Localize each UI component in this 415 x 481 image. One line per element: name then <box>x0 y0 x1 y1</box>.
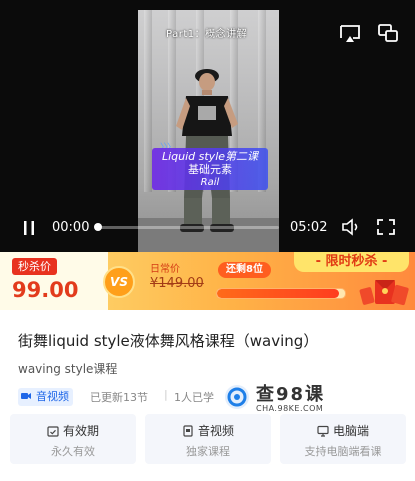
watermark-url: CHA.98KE.COM <box>256 404 324 413</box>
video-camera-icon <box>21 393 31 399</box>
feature-validity: 有效期 永久有效 <box>10 414 136 464</box>
seckill-price: 99.00 <box>12 278 79 302</box>
watermark-text: 查98课 <box>256 384 326 405</box>
feature-header: 有效期 <box>10 422 136 439</box>
cast-icon[interactable] <box>338 22 362 44</box>
original-price-label: 日常价 <box>150 264 180 275</box>
feature-header: 电脑端 <box>280 422 406 439</box>
curtain-fold <box>144 10 152 192</box>
seckill-label: 秒杀价 <box>12 258 57 275</box>
red-envelope-icon <box>359 280 409 306</box>
media-type-tag: 音视频 <box>18 388 73 406</box>
volume-icon[interactable] <box>341 218 361 236</box>
promo-line-2: 基础元素 <box>188 163 232 176</box>
feature-title: 电脑端 <box>332 424 369 438</box>
watermark-logo-icon <box>225 385 249 409</box>
seckill-pane: 秒杀价 99.00 <box>0 252 108 310</box>
feature-title: 有效期 <box>62 424 99 438</box>
promo-line-1: Liquid style第二课 <box>161 150 259 163</box>
picture-in-picture-icon[interactable] <box>376 22 400 44</box>
feature-header: 音视频 <box>145 422 271 439</box>
vs-badge: VS <box>103 266 135 298</box>
promo-line-3: Rail <box>200 177 220 188</box>
limited-time-label: - 限时秒杀 - <box>294 252 409 272</box>
learners-count: 1人已学 <box>174 391 214 404</box>
remaining-count: 还剩8位 <box>218 262 271 278</box>
feature-media: 音视频 独家课程 <box>145 414 271 464</box>
meta-divider: | <box>164 388 168 401</box>
video-frame <box>138 10 279 252</box>
seek-thumb[interactable] <box>94 223 102 231</box>
document-icon <box>183 425 193 437</box>
lessons-updated: 已更新13节 <box>90 391 148 404</box>
original-price: ¥149.00 <box>150 276 204 291</box>
media-type-label: 音视频 <box>36 390 69 403</box>
seckill-progress-bar <box>216 288 346 299</box>
duration: 05:02 <box>290 220 328 235</box>
seckill-progress-fill <box>217 289 339 298</box>
feature-subtitle: 独家课程 <box>186 445 230 458</box>
feature-subtitle: 支持电脑端看课 <box>304 445 382 458</box>
watermark: 查98课 CHA.98KE.COM <box>224 378 334 418</box>
course-subtitle: waving style课程 <box>18 362 118 376</box>
course-title: 街舞liquid style液体舞风格课程（waving） <box>18 332 319 350</box>
feature-title: 音视频 <box>197 424 234 438</box>
current-time: 00:00 <box>52 220 90 235</box>
lesson-promo-overlay: Liquid style第二课 基础元素 Rail <box>152 148 268 190</box>
seek-bar[interactable] <box>97 226 279 229</box>
feature-subtitle: 永久有效 <box>51 445 95 458</box>
seckill-price-banner: 秒杀价 99.00 VS 日常价 ¥149.00 还剩8位 - 限时秒杀 - <box>0 252 415 310</box>
monitor-icon <box>317 425 329 437</box>
fullscreen-icon[interactable] <box>376 218 396 236</box>
video-player[interactable]: Part1：概念讲解 〉〉〉 Liquid style第二课 基础元素 Rail… <box>0 0 415 252</box>
pause-icon[interactable] <box>22 220 36 236</box>
video-part-title: Part1：概念讲解 <box>166 29 248 40</box>
course-info-card: 街舞liquid style液体舞风格课程（waving） waving sty… <box>0 310 415 481</box>
feature-desktop: 电脑端 支持电脑端看课 <box>280 414 406 464</box>
calendar-check-icon <box>47 426 59 437</box>
